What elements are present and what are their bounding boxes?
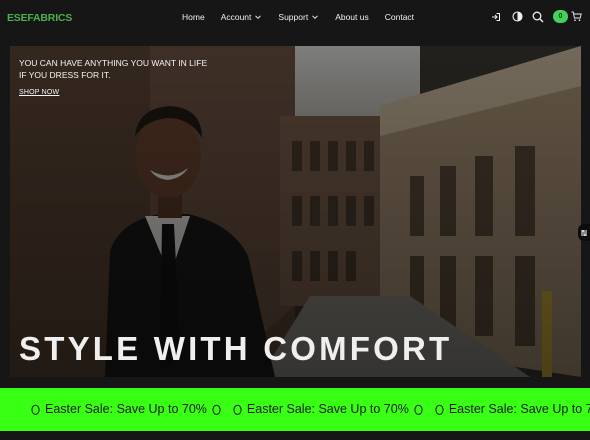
cart-count-badge: 0 xyxy=(553,10,568,23)
nav-account-label: Account xyxy=(220,12,252,22)
nav-contact[interactable]: Contact xyxy=(385,12,414,22)
nav-support-label: Support xyxy=(278,12,309,22)
bottom-strip xyxy=(0,431,590,440)
main-nav: Home Account Support About us Contact xyxy=(182,12,414,22)
egg-icon xyxy=(414,404,423,415)
egg-icon xyxy=(212,404,221,415)
login-icon[interactable] xyxy=(490,11,502,23)
promo-marquee: Easter Sale: Save Up to 70% Easter Sale:… xyxy=(0,388,590,431)
cart-icon xyxy=(571,11,582,21)
egg-icon xyxy=(435,404,444,415)
chevron-down-icon xyxy=(255,15,262,20)
promo-text: Easter Sale: Save Up to 70% xyxy=(45,402,207,416)
chevron-down-icon xyxy=(312,15,319,20)
hero-title: STYLE WITH COMFORT xyxy=(19,330,453,367)
nav-contact-label: Contact xyxy=(384,12,415,22)
promo-text: Easter Sale: Save Up to 70% xyxy=(246,402,409,416)
egg-icon xyxy=(31,404,40,415)
nav-account[interactable]: Account xyxy=(221,12,263,22)
site-header: ESEFABRICS Home Account Support About us… xyxy=(0,0,590,36)
promo-item[interactable]: Easter Sale: Save Up to 70% xyxy=(435,402,590,416)
cart-button[interactable]: 0 xyxy=(553,10,582,23)
contrast-icon[interactable] xyxy=(511,11,523,23)
promo-text: Easter Sale: Save Up to 70% xyxy=(448,402,590,416)
nav-support[interactable]: Support xyxy=(278,12,319,22)
promo-item[interactable]: Easter Sale: Save Up to 70% xyxy=(31,402,221,416)
nav-home-label: Home xyxy=(182,12,205,22)
nav-about[interactable]: About us xyxy=(335,12,369,22)
settings-toggle-icon xyxy=(581,229,587,236)
header-actions: 0 xyxy=(490,10,582,23)
marquee-track: Easter Sale: Save Up to 70% Easter Sale:… xyxy=(31,402,590,416)
promo-item[interactable]: Easter Sale: Save Up to 70% xyxy=(233,402,423,416)
hero-photo xyxy=(10,46,581,377)
nav-home[interactable]: Home xyxy=(182,12,205,22)
nav-about-label: About us xyxy=(335,12,369,22)
shop-now-link[interactable]: SHOP NOW xyxy=(19,89,59,96)
hero-tagline: YOU CAN HAVE ANYTHING YOU WANT IN LIFE I… xyxy=(19,58,208,80)
hero-banner: YOU CAN HAVE ANYTHING YOU WANT IN LIFE I… xyxy=(10,46,581,377)
side-panel-toggle[interactable] xyxy=(578,224,590,241)
egg-icon xyxy=(233,404,242,415)
search-icon[interactable] xyxy=(532,11,544,23)
brand-logo[interactable]: ESEFABRICS xyxy=(7,12,72,24)
